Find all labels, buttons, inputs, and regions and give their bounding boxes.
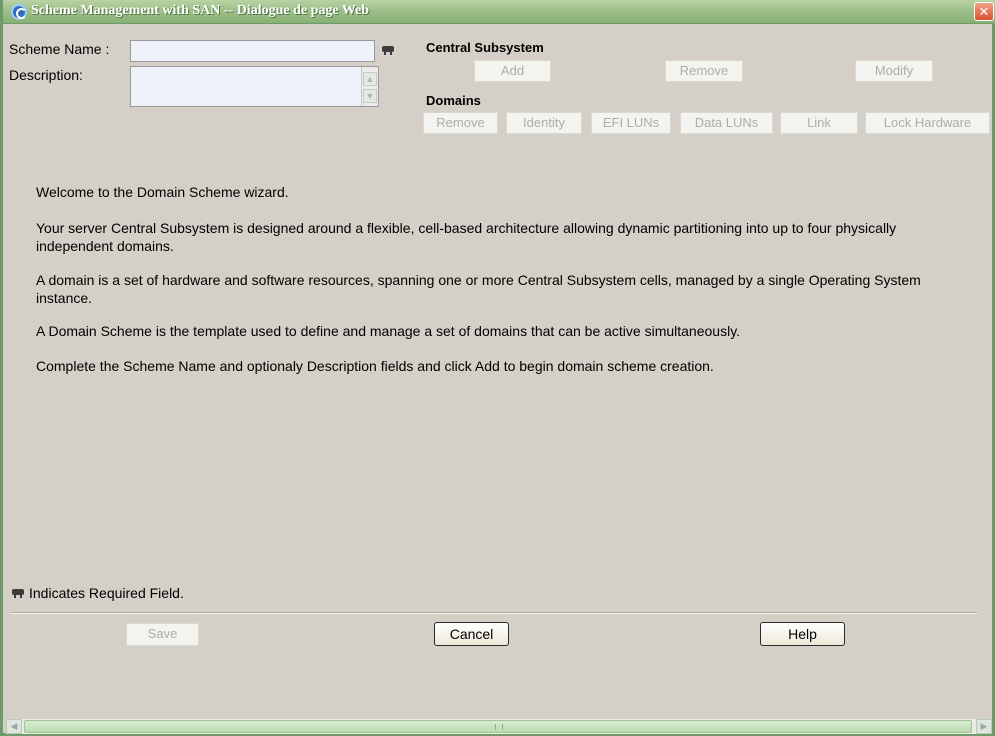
- description-scrollbar[interactable]: ▲ ▼: [361, 67, 378, 106]
- scrollbar-grip-icon: [495, 724, 503, 730]
- remove-domain-button[interactable]: Remove: [423, 112, 498, 134]
- identity-button[interactable]: Identity: [506, 112, 582, 134]
- data-luns-button[interactable]: Data LUNs: [680, 112, 773, 134]
- scrollbar-thumb[interactable]: [24, 720, 972, 733]
- scroll-down-icon[interactable]: ▼: [363, 89, 377, 103]
- help-button[interactable]: Help: [760, 622, 845, 646]
- footer-divider: [11, 612, 977, 614]
- required-field-note: Indicates Required Field.: [29, 585, 184, 601]
- scheme-name-input[interactable]: [130, 40, 375, 62]
- description-label: Description:: [9, 67, 83, 83]
- lock-hardware-button[interactable]: Lock Hardware: [865, 112, 990, 134]
- domains-heading: Domains: [426, 93, 481, 108]
- window-title: Scheme Management with SAN -- Dialogue d…: [31, 3, 370, 18]
- close-button[interactable]: ✕: [974, 2, 994, 21]
- welcome-text: Welcome to the Domain Scheme wizard.: [36, 184, 289, 200]
- description-textarea[interactable]: ▲ ▼: [130, 66, 379, 107]
- central-subsystem-heading: Central Subsystem: [426, 40, 544, 55]
- domain-definition-paragraph: A domain is a set of hardware and softwa…: [36, 272, 921, 306]
- instructions-paragraph: Complete the Scheme Name and optionaly D…: [36, 358, 714, 374]
- required-field-icon: [382, 45, 396, 55]
- scroll-right-icon[interactable]: ▶: [976, 719, 992, 734]
- domain-scheme-paragraph: A Domain Scheme is the template used to …: [36, 323, 741, 339]
- cancel-button[interactable]: Cancel: [434, 622, 509, 646]
- modify-button[interactable]: Modify: [855, 60, 933, 82]
- scroll-up-icon[interactable]: ▲: [363, 72, 377, 86]
- horizontal-scrollbar[interactable]: ◀ ▶: [6, 719, 992, 734]
- remove-subsystem-button[interactable]: Remove: [665, 60, 743, 82]
- add-button[interactable]: Add: [474, 60, 551, 82]
- title-bar[interactable]: Scheme Management with SAN -- Dialogue d…: [3, 0, 995, 24]
- intro-paragraph: Your server Central Subsystem is designe…: [36, 220, 897, 254]
- link-button[interactable]: Link: [780, 112, 858, 134]
- required-field-icon: [12, 588, 26, 598]
- scroll-left-icon[interactable]: ◀: [6, 719, 22, 734]
- efi-luns-button[interactable]: EFI LUNs: [591, 112, 671, 134]
- scheme-name-label: Scheme Name :: [9, 41, 110, 57]
- save-button[interactable]: Save: [126, 623, 199, 646]
- dialog-window: Scheme Management with SAN -- Dialogue d…: [0, 0, 995, 736]
- ie-page-icon: [11, 4, 27, 20]
